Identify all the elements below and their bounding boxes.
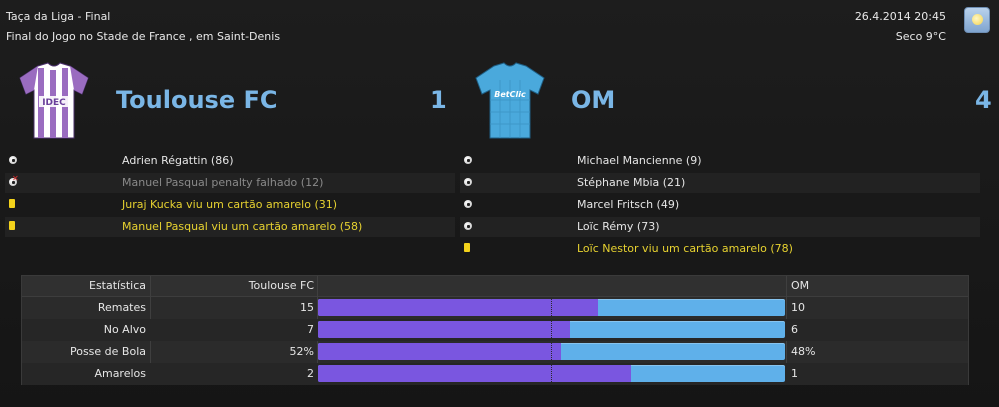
yellow-card-icon: [460, 239, 480, 259]
home-event-row: Manuel Pasqual viu um cartão amarelo (58…: [5, 217, 455, 237]
stat-label: Posse de Bola: [69, 345, 146, 358]
away-event-text[interactable]: Marcel Fritsch (49): [577, 195, 679, 215]
stat-comparison-bar: [318, 365, 785, 382]
stat-label: Amarelos: [94, 367, 146, 380]
stat-comparison-bar: [318, 299, 785, 316]
stat-comparison-bar: [318, 321, 785, 338]
weather-text: Seco 9°C: [895, 30, 946, 43]
stat-label: No Alvo: [103, 323, 146, 336]
svg-text:BetClic: BetClic: [494, 90, 526, 99]
away-team-name[interactable]: OM: [571, 86, 615, 114]
missed-penalty-icon: [5, 173, 25, 193]
goal-ball-icon: [460, 151, 480, 171]
away-event-row: Loïc Rémy (73): [460, 217, 980, 237]
stat-home-value: 52%: [289, 345, 314, 358]
away-event-row: Stéphane Mbia (21): [460, 173, 980, 193]
goal-ball-icon: [5, 151, 25, 171]
stat-home-value: 7: [307, 323, 314, 336]
match-stats-table: Estatística Toulouse FC OM Remates 15 10…: [21, 275, 969, 385]
stat-home-value: 15: [300, 301, 314, 314]
home-kit-icon: IDEC: [18, 60, 90, 142]
home-event-row: Adrien Régattin (86): [5, 151, 455, 171]
svg-text:IDEC: IDEC: [42, 98, 66, 108]
sun-icon: [964, 7, 990, 33]
stat-home-fill: [318, 321, 571, 338]
stat-comparison-bar: [318, 343, 785, 360]
stats-header-row: Estatística Toulouse FC OM: [22, 276, 968, 297]
yellow-card-icon: [5, 195, 25, 215]
goal-ball-icon: [460, 217, 480, 237]
home-event-text[interactable]: Manuel Pasqual viu um cartão amarelo (58…: [122, 217, 362, 237]
match-datetime: 26.4.2014 20:45: [854, 10, 946, 23]
away-event-row: Loïc Nestor viu um cartão amarelo (78): [460, 239, 980, 259]
home-event-row: Juraj Kucka viu um cartão amarelo (31): [5, 195, 455, 215]
away-event-row: Michael Mancienne (9): [460, 151, 980, 171]
venue-text: Final do Jogo no Stade de France , em Sa…: [6, 30, 281, 43]
stats-row: Posse de Bola 52% 48%: [22, 341, 968, 363]
stat-home-fill: [318, 343, 561, 360]
home-event-row: Manuel Pasqual penalty falhado (12): [5, 173, 455, 193]
home-team-name[interactable]: Toulouse FC: [116, 86, 277, 114]
stat-away-value: 1: [791, 367, 798, 380]
home-event-text[interactable]: Juraj Kucka viu um cartão amarelo (31): [122, 195, 337, 215]
stat-home-value: 2: [307, 367, 314, 380]
away-event-text[interactable]: Stéphane Mbia (21): [577, 173, 685, 193]
stats-row: Remates 15 10: [22, 297, 968, 319]
away-event-text[interactable]: Michael Mancienne (9): [577, 151, 702, 171]
stat-away-value: 48%: [791, 345, 816, 358]
stat-away-value: 10: [791, 301, 805, 314]
home-score: 1: [430, 86, 447, 114]
stat-away-value: 6: [791, 323, 798, 336]
stats-header-home: Toulouse FC: [248, 279, 314, 292]
stats-row: No Alvo 7 6: [22, 319, 968, 341]
away-score: 4: [975, 86, 992, 114]
away-event-text[interactable]: Loïc Nestor viu um cartão amarelo (78): [577, 239, 793, 259]
stats-header-away: OM: [791, 279, 810, 292]
stats-row: Amarelos 2 1: [22, 363, 968, 385]
yellow-card-icon: [5, 217, 25, 237]
home-event-text[interactable]: Adrien Régattin (86): [122, 151, 234, 171]
stat-home-fill: [318, 299, 599, 316]
away-event-text[interactable]: Loïc Rémy (73): [577, 217, 659, 237]
home-event-text[interactable]: Manuel Pasqual penalty falhado (12): [122, 173, 323, 193]
away-event-row: Marcel Fritsch (49): [460, 195, 980, 215]
competition-title: Taça da Liga - Final: [6, 10, 111, 23]
away-kit-icon: BetClic: [474, 60, 546, 142]
stat-label: Remates: [97, 301, 146, 314]
stats-header-label: Estatística: [89, 279, 146, 292]
goal-ball-icon: [460, 173, 480, 193]
goal-ball-icon: [460, 195, 480, 215]
stat-home-fill: [318, 365, 631, 382]
